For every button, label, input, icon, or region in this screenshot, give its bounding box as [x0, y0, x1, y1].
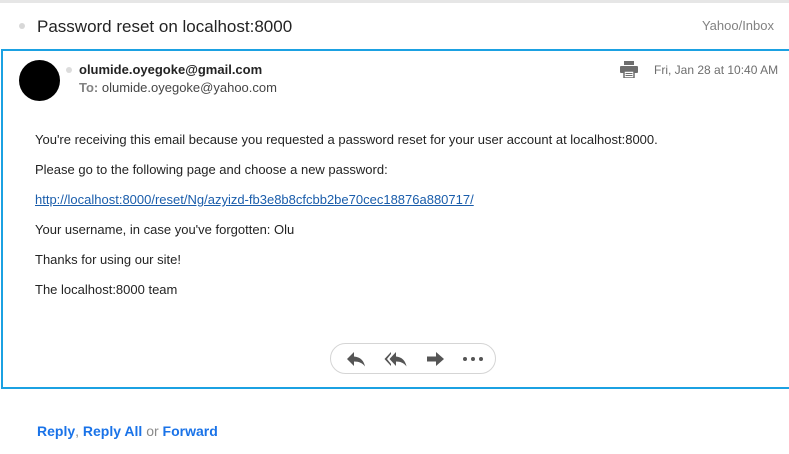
- message-card: olumide.oyegoke@gmail.com To: olumide.oy…: [1, 49, 789, 389]
- sender-address[interactable]: olumide.oyegoke@gmail.com: [79, 62, 262, 77]
- avatar[interactable]: [19, 60, 60, 101]
- print-icon[interactable]: [620, 61, 638, 78]
- forward-link[interactable]: Forward: [163, 423, 218, 439]
- folder-label[interactable]: Yahoo/Inbox: [702, 18, 774, 33]
- email-view: Password reset on localhost:8000 Yahoo/I…: [0, 0, 789, 454]
- comma-separator: ,: [75, 423, 80, 439]
- message-date: Fri, Jan 28 at 10:40 AM: [654, 63, 779, 77]
- email-subject: Password reset on localhost:8000: [37, 17, 293, 36]
- reply-all-link[interactable]: Reply All: [83, 423, 142, 439]
- reply-link[interactable]: Reply: [37, 423, 75, 439]
- more-options-icon[interactable]: ⋮: [784, 64, 789, 78]
- sender-status-dot-icon: [66, 67, 72, 73]
- to-label: To:: [79, 80, 99, 95]
- reply-all-icon[interactable]: [384, 349, 408, 369]
- unread-dot-icon: [19, 23, 25, 29]
- recipient-address[interactable]: olumide.oyegoke@yahoo.com: [102, 80, 277, 95]
- or-separator: or: [146, 423, 159, 439]
- reply-options: Reply, Reply All or Forward: [37, 423, 218, 439]
- body-line-4: Thanks for using our site!: [35, 252, 181, 267]
- forward-icon[interactable]: [423, 349, 447, 369]
- body-line-5: The localhost:8000 team: [35, 282, 178, 297]
- reset-link[interactable]: http://localhost:8000/reset/Ng/azyizd-fb…: [35, 192, 474, 207]
- reply-icon[interactable]: [344, 349, 368, 369]
- body-line-2: Please go to the following page and choo…: [35, 162, 388, 177]
- quick-actions-bar: [330, 343, 496, 374]
- more-icon[interactable]: [461, 349, 485, 369]
- body-line-1: You're receiving this email because you …: [35, 132, 658, 147]
- recipient-line: To: olumide.oyegoke@yahoo.com: [79, 80, 277, 95]
- body-line-3: Your username, in case you've forgotten:…: [35, 222, 295, 237]
- subject-row: Password reset on localhost:8000 Yahoo/I…: [0, 3, 789, 48]
